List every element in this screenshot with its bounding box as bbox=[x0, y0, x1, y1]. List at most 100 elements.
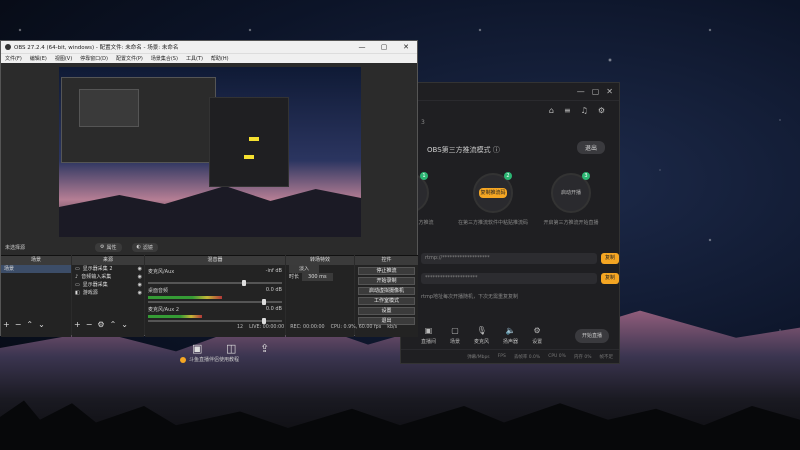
obs-preview-canvas[interactable] bbox=[59, 67, 361, 237]
remove-icon[interactable]: − bbox=[86, 320, 93, 329]
scene-icon: ▢ bbox=[451, 326, 459, 335]
menu-file[interactable]: 文件(F) bbox=[5, 55, 22, 62]
eye-icon[interactable]: ◉ bbox=[138, 265, 142, 273]
microphone-icon: 🎙 bbox=[476, 326, 487, 335]
menu-scene-collection[interactable]: 场景集合(S) bbox=[151, 55, 178, 62]
eye-icon[interactable]: ◉ bbox=[138, 281, 142, 289]
step-number: 2 bbox=[504, 172, 512, 180]
cpu-usage: CPU: 0.9%, 60.00 fps bbox=[330, 325, 382, 330]
bell-icon[interactable]: ♫ bbox=[581, 107, 588, 115]
audio-meter bbox=[148, 296, 222, 299]
bottom-toolbar: ▣ 直播间 ▢ 场景 🎙 麦克风 🔈 扬声器 ⚙ 设置 bbox=[421, 326, 542, 346]
copy-rtmp-button[interactable]: 复制 bbox=[601, 253, 619, 264]
list-icon[interactable]: ≡ bbox=[564, 107, 571, 115]
down-icon[interactable]: ⌄ bbox=[38, 320, 45, 329]
eye-icon[interactable]: ◉ bbox=[138, 273, 142, 281]
obs-window: OBS 27.2.4 (64-bit, windows) - 配置文件: 未命名… bbox=[0, 40, 418, 337]
start-live-button[interactable]: 开始直播 bbox=[575, 329, 609, 343]
source-item[interactable]: ▭ 显示器采集 ◉ bbox=[72, 281, 144, 289]
stream-key-field[interactable]: ********************* bbox=[421, 273, 597, 284]
dropped-frames: 12 bbox=[237, 325, 244, 330]
source-item[interactable]: ♪ 音频输入采集 ◉ bbox=[72, 273, 144, 281]
start-recording-button[interactable]: 开始录制 bbox=[358, 277, 415, 285]
menu-help[interactable]: 帮助(H) bbox=[211, 55, 229, 62]
menu-tools[interactable]: 工具(T) bbox=[186, 55, 203, 62]
start-stream-label: 启动开播 bbox=[560, 190, 581, 196]
menu-edit[interactable]: 编辑(E) bbox=[30, 55, 47, 62]
dock-title: 来源 bbox=[72, 256, 144, 265]
scene-item[interactable]: 场景 bbox=[1, 265, 71, 273]
maximize-icon[interactable]: ▢ bbox=[592, 87, 600, 96]
dock-title: 场景 bbox=[1, 256, 71, 265]
close-icon[interactable]: ✕ bbox=[395, 43, 417, 51]
cast-icon[interactable]: ◫ bbox=[226, 342, 242, 356]
minimize-icon[interactable]: — bbox=[351, 43, 373, 51]
obs-titlebar: OBS 27.2.4 (64-bit, windows) - 配置文件: 未命名… bbox=[1, 41, 417, 53]
duration-row: 时长 300 ms bbox=[286, 273, 354, 281]
speaker-tool[interactable]: 🔈 扬声器 bbox=[503, 327, 518, 346]
live-timer: LIVE: 00:00:00 bbox=[249, 325, 285, 330]
duration-input[interactable]: 300 ms bbox=[302, 273, 333, 281]
volume-slider[interactable] bbox=[148, 299, 282, 305]
remove-icon[interactable]: − bbox=[15, 320, 22, 329]
menu-docks[interactable]: 停靠窗口(D) bbox=[80, 55, 108, 62]
volume-slider[interactable] bbox=[148, 280, 282, 286]
gamepad-icon: ◧ bbox=[75, 290, 80, 296]
upload-icon[interactable]: ⇪ bbox=[260, 342, 276, 356]
mixer-channel: 麦克风/Aux -inf dB bbox=[148, 268, 282, 286]
studio-mode-button[interactable]: 工作室模式 bbox=[358, 297, 415, 305]
copy-stream-key-chip[interactable]: 复制推流码 bbox=[479, 188, 507, 198]
obs-menubar: 文件(F) 编辑(E) 视图(V) 停靠窗口(D) 配置文件(P) 场景集合(S… bbox=[1, 53, 417, 63]
mixer-channel: 麦克风/Aux 2 0.0 dB bbox=[148, 306, 282, 324]
settings-button[interactable]: 设置 bbox=[358, 307, 415, 315]
exit-button[interactable]: 退出 bbox=[358, 317, 415, 325]
filter-icon: ◐ bbox=[136, 244, 141, 250]
settings-icon[interactable]: ⚙ bbox=[598, 107, 605, 115]
room-tool[interactable]: ▣ 直播间 bbox=[421, 326, 436, 346]
tip-text: rtmp地址每次开播随机，下次无需重复复制 bbox=[421, 294, 519, 300]
mixer-channel: 桌面音频 0.0 dB bbox=[148, 287, 282, 305]
transition-select[interactable]: 淡入 bbox=[286, 265, 354, 273]
mic-tool[interactable]: 🎙 麦克风 bbox=[474, 326, 489, 346]
maximize-icon[interactable]: ▢ bbox=[373, 43, 395, 51]
add-icon[interactable]: + bbox=[3, 320, 10, 329]
gift-icon[interactable]: ⌂ bbox=[549, 107, 554, 115]
camera-icon[interactable]: ▣ bbox=[192, 342, 208, 356]
scene-tool[interactable]: ▢ 场景 bbox=[450, 326, 460, 346]
volume-slider[interactable] bbox=[148, 318, 282, 324]
exit-mode-button[interactable]: 退出 bbox=[576, 141, 605, 154]
room-icon: ▣ bbox=[424, 326, 433, 335]
menu-profile[interactable]: 配置文件(P) bbox=[116, 55, 143, 62]
rtmp-address-field[interactable]: rtmp://******************* bbox=[421, 253, 597, 264]
up-icon[interactable]: ⌃ bbox=[110, 320, 117, 329]
minimize-icon[interactable]: — bbox=[577, 87, 585, 96]
info-dot-icon bbox=[180, 356, 186, 363]
stop-stream-button[interactable]: 停止推流 bbox=[358, 267, 415, 275]
menu-view[interactable]: 视图(V) bbox=[55, 55, 72, 62]
help-icon[interactable]: ⓘ bbox=[493, 146, 500, 154]
tutorial-banner[interactable]: 斗鱼直播伴侣使用教程 bbox=[180, 356, 239, 363]
scene-dock-buttons: + − ⌃ ⌄ bbox=[3, 320, 45, 329]
up-icon[interactable]: ⌃ bbox=[26, 320, 33, 329]
scenes-dock: 场景 场景 + − ⌃ ⌄ bbox=[1, 255, 71, 337]
eye-icon[interactable]: ◉ bbox=[138, 289, 142, 297]
dock-title: 转场特效 bbox=[286, 256, 354, 265]
copy-key-button[interactable]: 复制 bbox=[601, 273, 619, 284]
down-icon[interactable]: ⌄ bbox=[121, 320, 128, 329]
close-icon[interactable]: ✕ bbox=[606, 87, 613, 96]
mode-label: OBS第三方推流模式 ⓘ bbox=[427, 146, 500, 154]
step-number: 1 bbox=[420, 172, 428, 180]
app-toolbar: ⌂ ≡ ♫ ⚙ bbox=[401, 101, 619, 121]
step-3-circle: 3 启动开播 bbox=[551, 172, 591, 213]
source-item[interactable]: ◧ 游戏源 ◉ bbox=[72, 289, 144, 297]
settings-tool[interactable]: ⚙ 设置 bbox=[532, 327, 542, 346]
virtual-camera-button[interactable]: 启动虚拟摄像机 bbox=[358, 287, 415, 295]
sources-dock: 来源 ▭ 显示器采集 2 ◉ ♪ 音频输入采集 ◉ ▭ 显示器采集 ◉ ◧ 游戏源 ◉ + − ⚙… bbox=[72, 255, 144, 337]
settings-icon[interactable]: ⚙ bbox=[97, 320, 104, 329]
source-item[interactable]: ▭ 显示器采集 2 ◉ bbox=[72, 265, 144, 273]
properties-button[interactable]: ⚙ 属性 bbox=[95, 242, 122, 252]
filters-button[interactable]: ◐ 滤镜 bbox=[131, 242, 158, 252]
rec-timer: REC: 00:00:00 bbox=[290, 325, 325, 330]
add-icon[interactable]: + bbox=[74, 320, 81, 329]
step-2-circle: 2 复制推流码 bbox=[473, 172, 513, 213]
